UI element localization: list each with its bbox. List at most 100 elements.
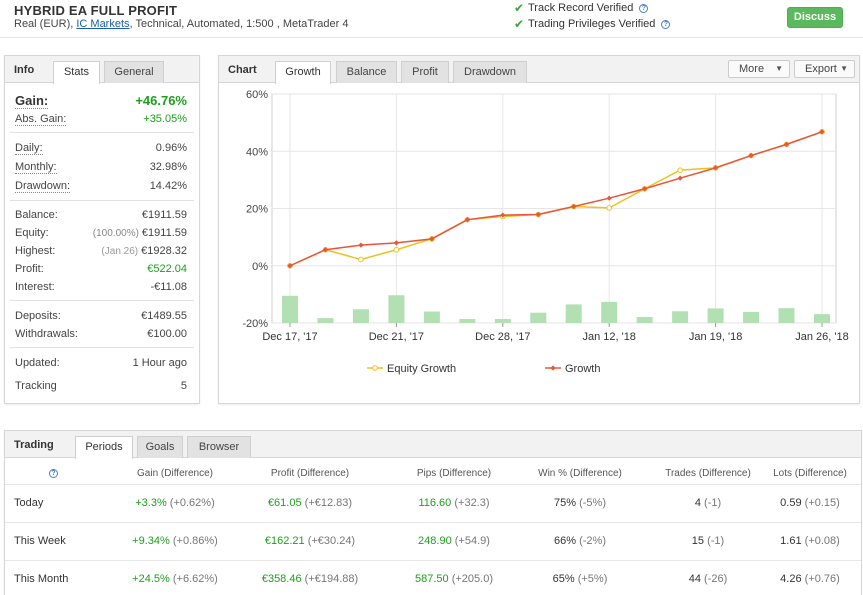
legend-marker [372,365,378,371]
drawdown-bar [778,308,795,323]
lots-cell: 0.59 (+0.15) [780,497,840,509]
chevron-down-icon: ▼ [840,64,848,73]
gain-value: +46.76% [135,93,187,108]
chart-panel: Chart Growth Balance Profit Drawdown Mor… [218,55,860,404]
daily-label: Daily: [15,142,43,155]
daily-row: Daily: 0.96% [15,142,187,155]
x-tick-label: Dec 17, '17 [262,331,317,343]
period-label: Today [14,497,44,509]
period-label: This Month [14,573,69,585]
equity-label: Equity: [15,227,49,239]
tracking-row: Tracking 5 [15,380,187,392]
lots-cell: 1.61 (+0.08) [780,535,840,547]
updated-value: 1 Hour ago [132,357,187,369]
export-label: Export [805,63,837,75]
info-panel: Info Stats General Gain: +46.76% Abs. Ga… [4,55,200,404]
table-row: This Week +9.34% (+0.86%) €162.21 (+€30.… [5,522,861,560]
drawdown-label: Drawdown: [15,180,71,193]
export-dropdown[interactable]: Export ▼ [794,60,855,78]
chart-tabbar: Chart Growth Balance Profit Drawdown Mor… [219,56,859,84]
pips-cell: 587.50 (+205.0) [415,573,493,585]
tab-goals[interactable]: Goals [137,436,183,458]
equity-growth-point [393,246,400,253]
help-icon[interactable]: ? [661,19,671,29]
deposits-value: €1489.55 [141,310,187,322]
win-cell: 66% (-2%) [554,535,606,547]
help-icon[interactable]: ? [639,3,649,13]
help-icon[interactable]: ? [49,469,58,478]
column-profit: Profit (Difference) [270,468,350,479]
discuss-button[interactable]: Discuss [787,7,843,28]
trades-cell: 4 (-1) [694,497,722,509]
gain-label: Gain: [15,93,49,109]
broker-link[interactable]: IC Markets [76,18,129,30]
pips-cell: 116.60 (+32.3) [418,497,490,509]
x-tick-label: Dec 21, '17 [369,331,424,343]
highest-label: Highest: [15,245,56,257]
drawdown-bar [565,304,582,323]
tab-profit[interactable]: Profit [401,61,449,83]
pips-cell: 248.90 (+54.9) [418,535,490,547]
updated-row: Updated: 1 Hour ago [15,357,187,369]
tab-drawdown[interactable]: Drawdown [453,61,527,83]
withdrawals-row: Withdrawals: €100.00 [15,328,187,340]
trades-cell: 44 (-26) [688,573,728,585]
balance-row: Balance: €1911.59 [15,209,187,221]
interest-row: Interest: -€11.08 [15,281,187,293]
tab-browser[interactable]: Browser [187,436,251,458]
drawdown-bar [423,311,440,323]
trades-cell: 15 (-1) [691,535,725,547]
gain-cell: +24.5% (+6.62%) [132,573,218,585]
gain-row: Gain: +46.76% [15,93,187,109]
equity-percent: (100.00%) [92,228,139,239]
lots-cell: 4.26 (+0.76) [780,573,840,585]
monthly-label: Monthly: [15,161,57,174]
check-icon: ✔ [514,1,525,15]
profit-label: Profit: [15,263,44,275]
balance-value: €1911.59 [141,209,187,221]
period-label: This Week [14,535,66,547]
tab-periods[interactable]: Periods [75,436,133,459]
subtitle-details: , Technical, Automated, 1:500 , MetaTrad… [129,18,349,30]
drawdown-value: 14.42% [149,180,187,192]
x-tick-label: Jan 12, '18 [582,331,635,343]
drawdown-bar [672,311,689,323]
tab-growth[interactable]: Growth [275,61,331,84]
trading-title: Trading [14,439,54,451]
drawdown-bar [530,312,547,323]
drawdown-bar [636,316,653,323]
win-cell: 65% (+5%) [552,573,608,585]
equity-row: Equity: (100.00%) €1911.59 [15,227,187,239]
profit-cell: €61.05 (+€12.83) [267,497,353,509]
trading-privileges-label: Trading Privileges Verified [528,18,656,30]
y-tick-label: 60% [246,89,268,101]
daily-value: 0.96% [155,142,187,154]
drawdown-bar [601,301,618,323]
abs-gain-label: Abs. Gain: [15,113,67,126]
table-row: This Month +24.5% (+6.62%) €358.46 (+€19… [5,560,861,595]
withdrawals-label: Withdrawals: [15,328,78,340]
deposits-row: Deposits: €1489.55 [15,310,187,322]
trading-privileges-verified: ✔ Trading Privileges Verified ? [514,17,671,31]
equity-growth-point [358,256,364,263]
chevron-down-icon: ▼ [775,64,783,73]
tracking-label: Tracking [15,380,57,392]
track-record-label: Track Record Verified [528,2,634,14]
drawdown-bar [282,295,298,323]
y-tick-label: 0% [252,261,268,273]
legend-label: Equity Growth [387,363,456,375]
tab-stats[interactable]: Stats [53,61,100,84]
equity-growth-point [606,205,613,211]
more-label: More [739,63,765,75]
check-icon: ✔ [514,17,525,31]
more-dropdown[interactable]: More ▼ [728,60,790,78]
interest-label: Interest: [15,281,55,293]
tab-general[interactable]: General [104,61,164,83]
drawdown-bar [388,295,405,323]
tab-balance[interactable]: Balance [336,61,397,83]
equity-growth-point [677,167,683,173]
highest-value: €1928.32 [141,245,187,257]
column-pips: Pips (Difference) [416,468,492,479]
profit-cell: €162.21 (+€30.24) [264,535,356,547]
system-title: HYBRID EA FULL PROFIT [14,3,178,18]
